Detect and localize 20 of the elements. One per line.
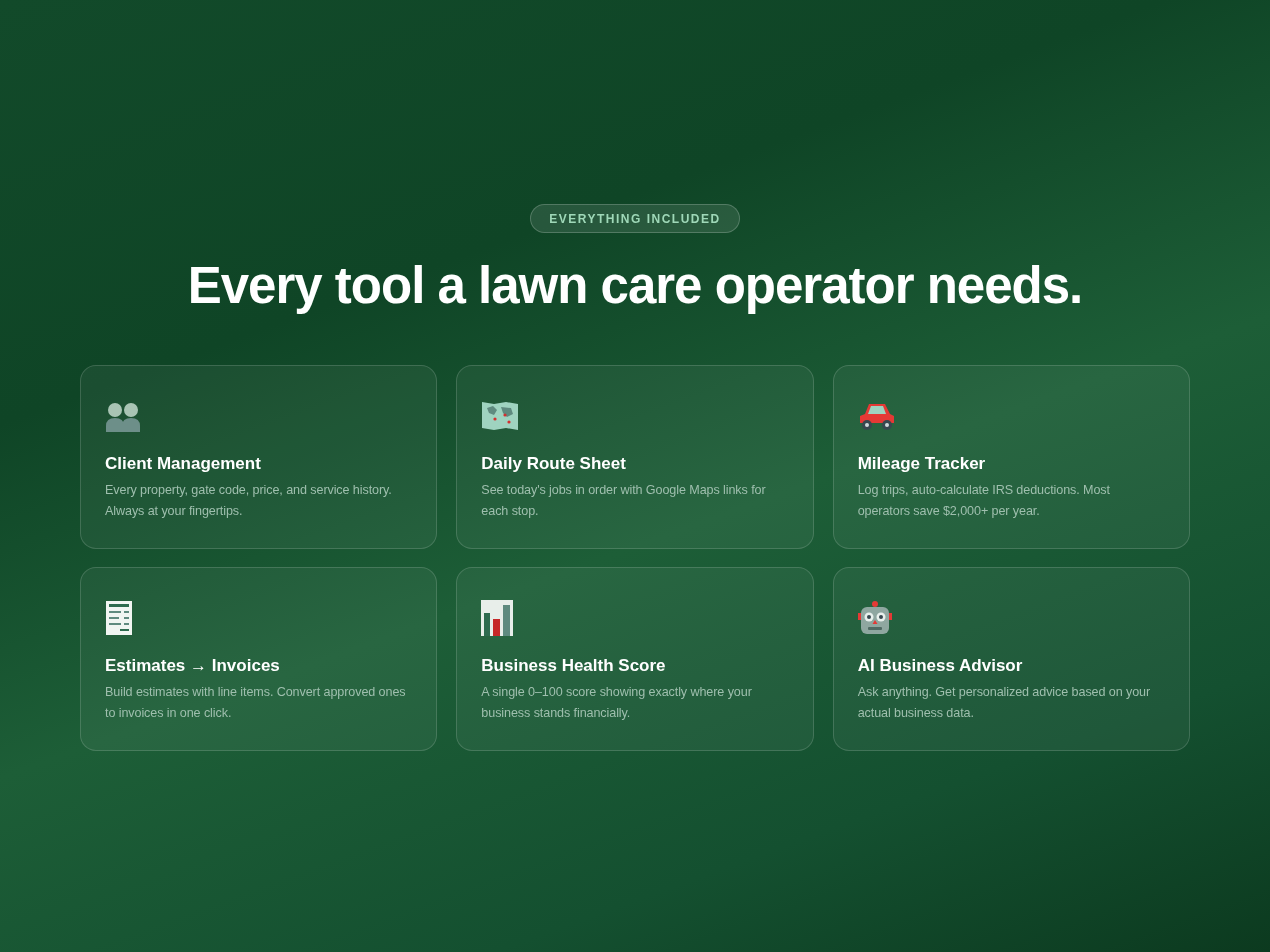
car-icon xyxy=(857,401,896,431)
map-icon xyxy=(481,399,520,433)
feature-description: See today's jobs in order with Google Maps links for each stop. xyxy=(481,482,767,520)
feature-title: AI Business Advisor xyxy=(857,655,1024,677)
robot-icon xyxy=(857,601,892,635)
receipt-icon xyxy=(105,600,133,636)
section-badge: EVERYTHING INCLUDED xyxy=(530,204,740,233)
feature-description: Log trips, auto-calculate IRS deductions. Most operators save $2,000+ per year. xyxy=(857,482,1111,520)
feature-title: Daily Route Sheet xyxy=(481,453,627,475)
bar-chart-icon xyxy=(481,600,514,636)
feature-title: Client Management xyxy=(105,453,262,475)
feature-title: Mileage Tracker xyxy=(857,453,987,475)
feature-description: Build estimates with line items. Convert approved ones to invoices in one click. xyxy=(105,684,407,722)
feature-title: Estimates → Invoices xyxy=(105,655,281,677)
feature-description: Every property, gate code, price, and service history. Always at your fingertips. xyxy=(105,482,393,520)
feature-description: A single 0–100 score showing exactly where your business stands financially. xyxy=(481,684,753,722)
people-icon xyxy=(105,400,141,432)
feature-title: Business Health Score xyxy=(481,655,667,677)
section-heading: Every tool a lawn care operator needs. xyxy=(187,256,1083,316)
feature-description: Ask anything. Get personalized advice based on your actual business data. xyxy=(857,684,1152,722)
